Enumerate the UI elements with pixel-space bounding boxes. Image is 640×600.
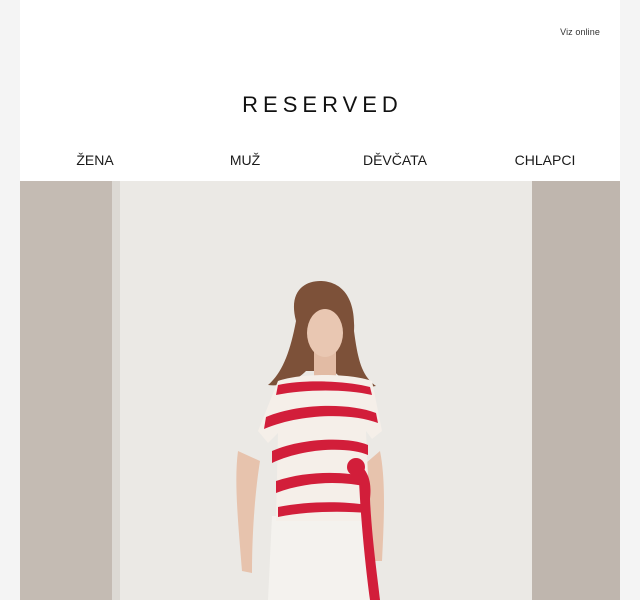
nav-item-muz[interactable]: MUŽ: [170, 148, 320, 172]
category-nav: ŽENA MUŽ DĚVČATA CHLAPCI: [20, 148, 620, 172]
hero-photo: [20, 181, 620, 600]
left-wall: [20, 181, 112, 600]
hero-image[interactable]: [20, 181, 620, 600]
nav-item-chlapci[interactable]: CHLAPCI: [470, 148, 620, 172]
white-trousers: [268, 516, 372, 600]
brand-logo[interactable]: RESERVED: [20, 92, 620, 118]
email-container: Viz online RESERVED ŽENA MUŽ DĚVČATA CHL…: [20, 0, 620, 600]
view-online-link[interactable]: Viz online: [560, 27, 600, 37]
nav-item-zena[interactable]: ŽENA: [20, 148, 170, 172]
right-wall: [532, 181, 620, 600]
nav-item-devcata[interactable]: DĚVČATA: [320, 148, 470, 172]
face: [307, 309, 343, 357]
